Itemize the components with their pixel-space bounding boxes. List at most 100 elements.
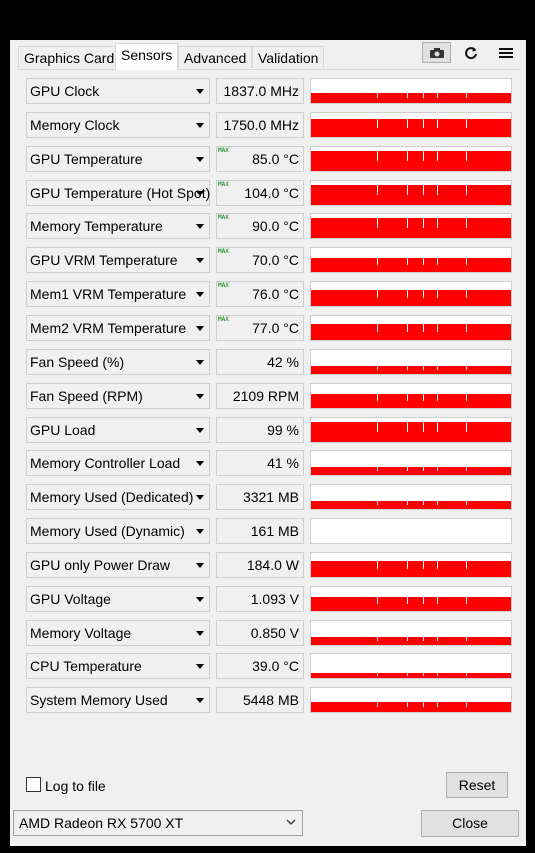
dropdown-arrow-icon [196, 258, 204, 263]
sensor-dropdown[interactable]: CPU Temperature [26, 653, 210, 679]
camera-icon [429, 47, 444, 58]
sensor-graph-dip [437, 673, 438, 676]
sensor-row: GPU Temperature MAX 85.0 °C [26, 146, 512, 172]
sensor-graph-fill [311, 422, 511, 442]
sensor-graph-dip [437, 151, 438, 161]
screenshot-button[interactable] [422, 42, 451, 63]
gpuz-window: Graphics Card Sensors Advanced Validatio… [10, 40, 526, 846]
sensor-graph-plot [311, 467, 511, 475]
tab-divider [18, 69, 520, 70]
sensor-graph-dip [466, 366, 467, 370]
sensor-dropdown[interactable]: GPU Temperature (Hot Spot) [26, 180, 210, 206]
sensor-label: GPU Temperature (Hot Spot) [30, 185, 211, 201]
sensor-dropdown[interactable]: Mem2 VRM Temperature [26, 315, 210, 341]
close-button[interactable]: Close [421, 810, 519, 837]
sensor-dropdown[interactable]: Memory Used (Dynamic) [26, 518, 210, 544]
sensor-graph-dip [423, 561, 424, 569]
sensor-graph [310, 586, 512, 612]
sensor-value: 1837.0 MHz [223, 83, 299, 99]
sensor-dropdown[interactable]: Fan Speed (%) [26, 349, 210, 375]
tab-advanced[interactable]: Advanced [178, 46, 253, 68]
sensor-value: 1750.0 MHz [223, 117, 299, 133]
sensor-label: Fan Speed (%) [30, 354, 125, 370]
sensor-label: Memory Used (Dedicated) [30, 489, 194, 505]
sensor-graph-dip [437, 597, 438, 604]
dropdown-arrow-icon [196, 664, 204, 669]
sensor-value-box: MAX 76.0 °C [216, 281, 304, 307]
sensor-graph-fill [311, 597, 511, 611]
sensor-value: 184.0 W [246, 557, 299, 573]
sensor-graph-dip [407, 501, 408, 505]
sensor-value-box: MAX 77.0 °C [216, 315, 304, 341]
sensor-dropdown[interactable]: GPU only Power Draw [26, 552, 210, 578]
sensor-graph-plot [311, 218, 511, 238]
sensor-graph-plot [311, 673, 511, 678]
refresh-button[interactable] [456, 42, 485, 63]
sensor-graph [310, 552, 512, 578]
dropdown-arrow-icon [196, 326, 204, 331]
log-to-file-checkbox[interactable] [26, 777, 41, 792]
sensor-dropdown[interactable]: Memory Controller Load [26, 450, 210, 476]
max-indicator: MAX [218, 248, 229, 255]
sensor-dropdown[interactable]: GPU Load [26, 417, 210, 443]
sensor-graph-dip [377, 151, 378, 161]
sensor-dropdown[interactable]: GPU Temperature [26, 146, 210, 172]
sensor-value-box: 2109 RPM [216, 383, 304, 409]
sensor-graph-dip [377, 93, 378, 98]
sensor-graph-plot [311, 422, 511, 442]
sensor-graph-dip [407, 324, 408, 332]
sensor-graph-dip [466, 218, 467, 228]
tab-graphics-card[interactable]: Graphics Card [18, 46, 121, 68]
sensor-value-box: 41 % [216, 450, 304, 476]
sensor-dropdown[interactable]: Memory Temperature [26, 213, 210, 239]
sensor-graph [310, 180, 512, 206]
sensor-graph-dip [466, 93, 467, 98]
gpu-select[interactable]: AMD Radeon RX 5700 XT [13, 810, 303, 836]
sensor-graph [310, 213, 512, 239]
sensor-dropdown[interactable]: Mem1 VRM Temperature [26, 281, 210, 307]
sensor-dropdown[interactable]: GPU Clock [26, 78, 210, 104]
sensor-label: Mem2 VRM Temperature [30, 320, 187, 336]
sensor-label: GPU only Power Draw [30, 557, 171, 573]
sensor-graph-dip [407, 93, 408, 98]
tab-sensors[interactable]: Sensors [115, 43, 179, 70]
sensor-dropdown[interactable]: Memory Voltage [26, 620, 210, 646]
sensor-graph-dip [423, 501, 424, 505]
sensor-row: Memory Controller Load 41 % [26, 450, 512, 476]
sensor-value: 104.0 °C [244, 185, 299, 201]
sensor-value: 99 % [267, 422, 299, 438]
sensor-dropdown[interactable]: Memory Used (Dedicated) [26, 484, 210, 510]
sensor-graph-fill [311, 185, 511, 205]
sensor-graph-dip [377, 366, 378, 370]
sensor-value: 41 % [267, 455, 299, 471]
sensor-graph-fill [311, 290, 511, 306]
sensor-graph [310, 484, 512, 510]
dropdown-arrow-icon [196, 529, 204, 534]
sensor-graph-dip [437, 258, 438, 265]
sensor-graph-fill [311, 702, 511, 712]
sensor-graph [310, 518, 512, 544]
sensor-graph-dip [377, 185, 378, 195]
sensor-label: GPU Load [30, 422, 96, 438]
sensor-label: Fan Speed (RPM) [30, 388, 143, 404]
sensor-graph-fill [311, 119, 511, 137]
sensor-dropdown[interactable]: GPU Voltage [26, 586, 210, 612]
sensor-graph-fill [311, 151, 511, 171]
sensor-dropdown[interactable]: Memory Clock [26, 112, 210, 138]
sensor-value: 5448 MB [242, 692, 299, 708]
tab-validation[interactable]: Validation [252, 46, 325, 68]
sensor-value: 77.0 °C [252, 320, 299, 336]
sensor-value-box: 42 % [216, 349, 304, 375]
sensor-value: 1.093 V [250, 591, 299, 607]
sensor-graph-dip [377, 501, 378, 505]
sensor-label: Mem1 VRM Temperature [30, 286, 187, 302]
sensor-dropdown[interactable]: System Memory Used [26, 687, 210, 713]
sensor-graph-dip [466, 394, 467, 401]
sensor-dropdown[interactable]: Fan Speed (RPM) [26, 383, 210, 409]
sensor-dropdown[interactable]: GPU VRM Temperature [26, 247, 210, 273]
sensor-graph-fill [311, 324, 511, 340]
menu-button[interactable] [491, 42, 520, 63]
dropdown-arrow-icon [196, 461, 204, 466]
reset-button[interactable]: Reset [446, 772, 508, 798]
sensor-value: 42 % [267, 354, 299, 370]
